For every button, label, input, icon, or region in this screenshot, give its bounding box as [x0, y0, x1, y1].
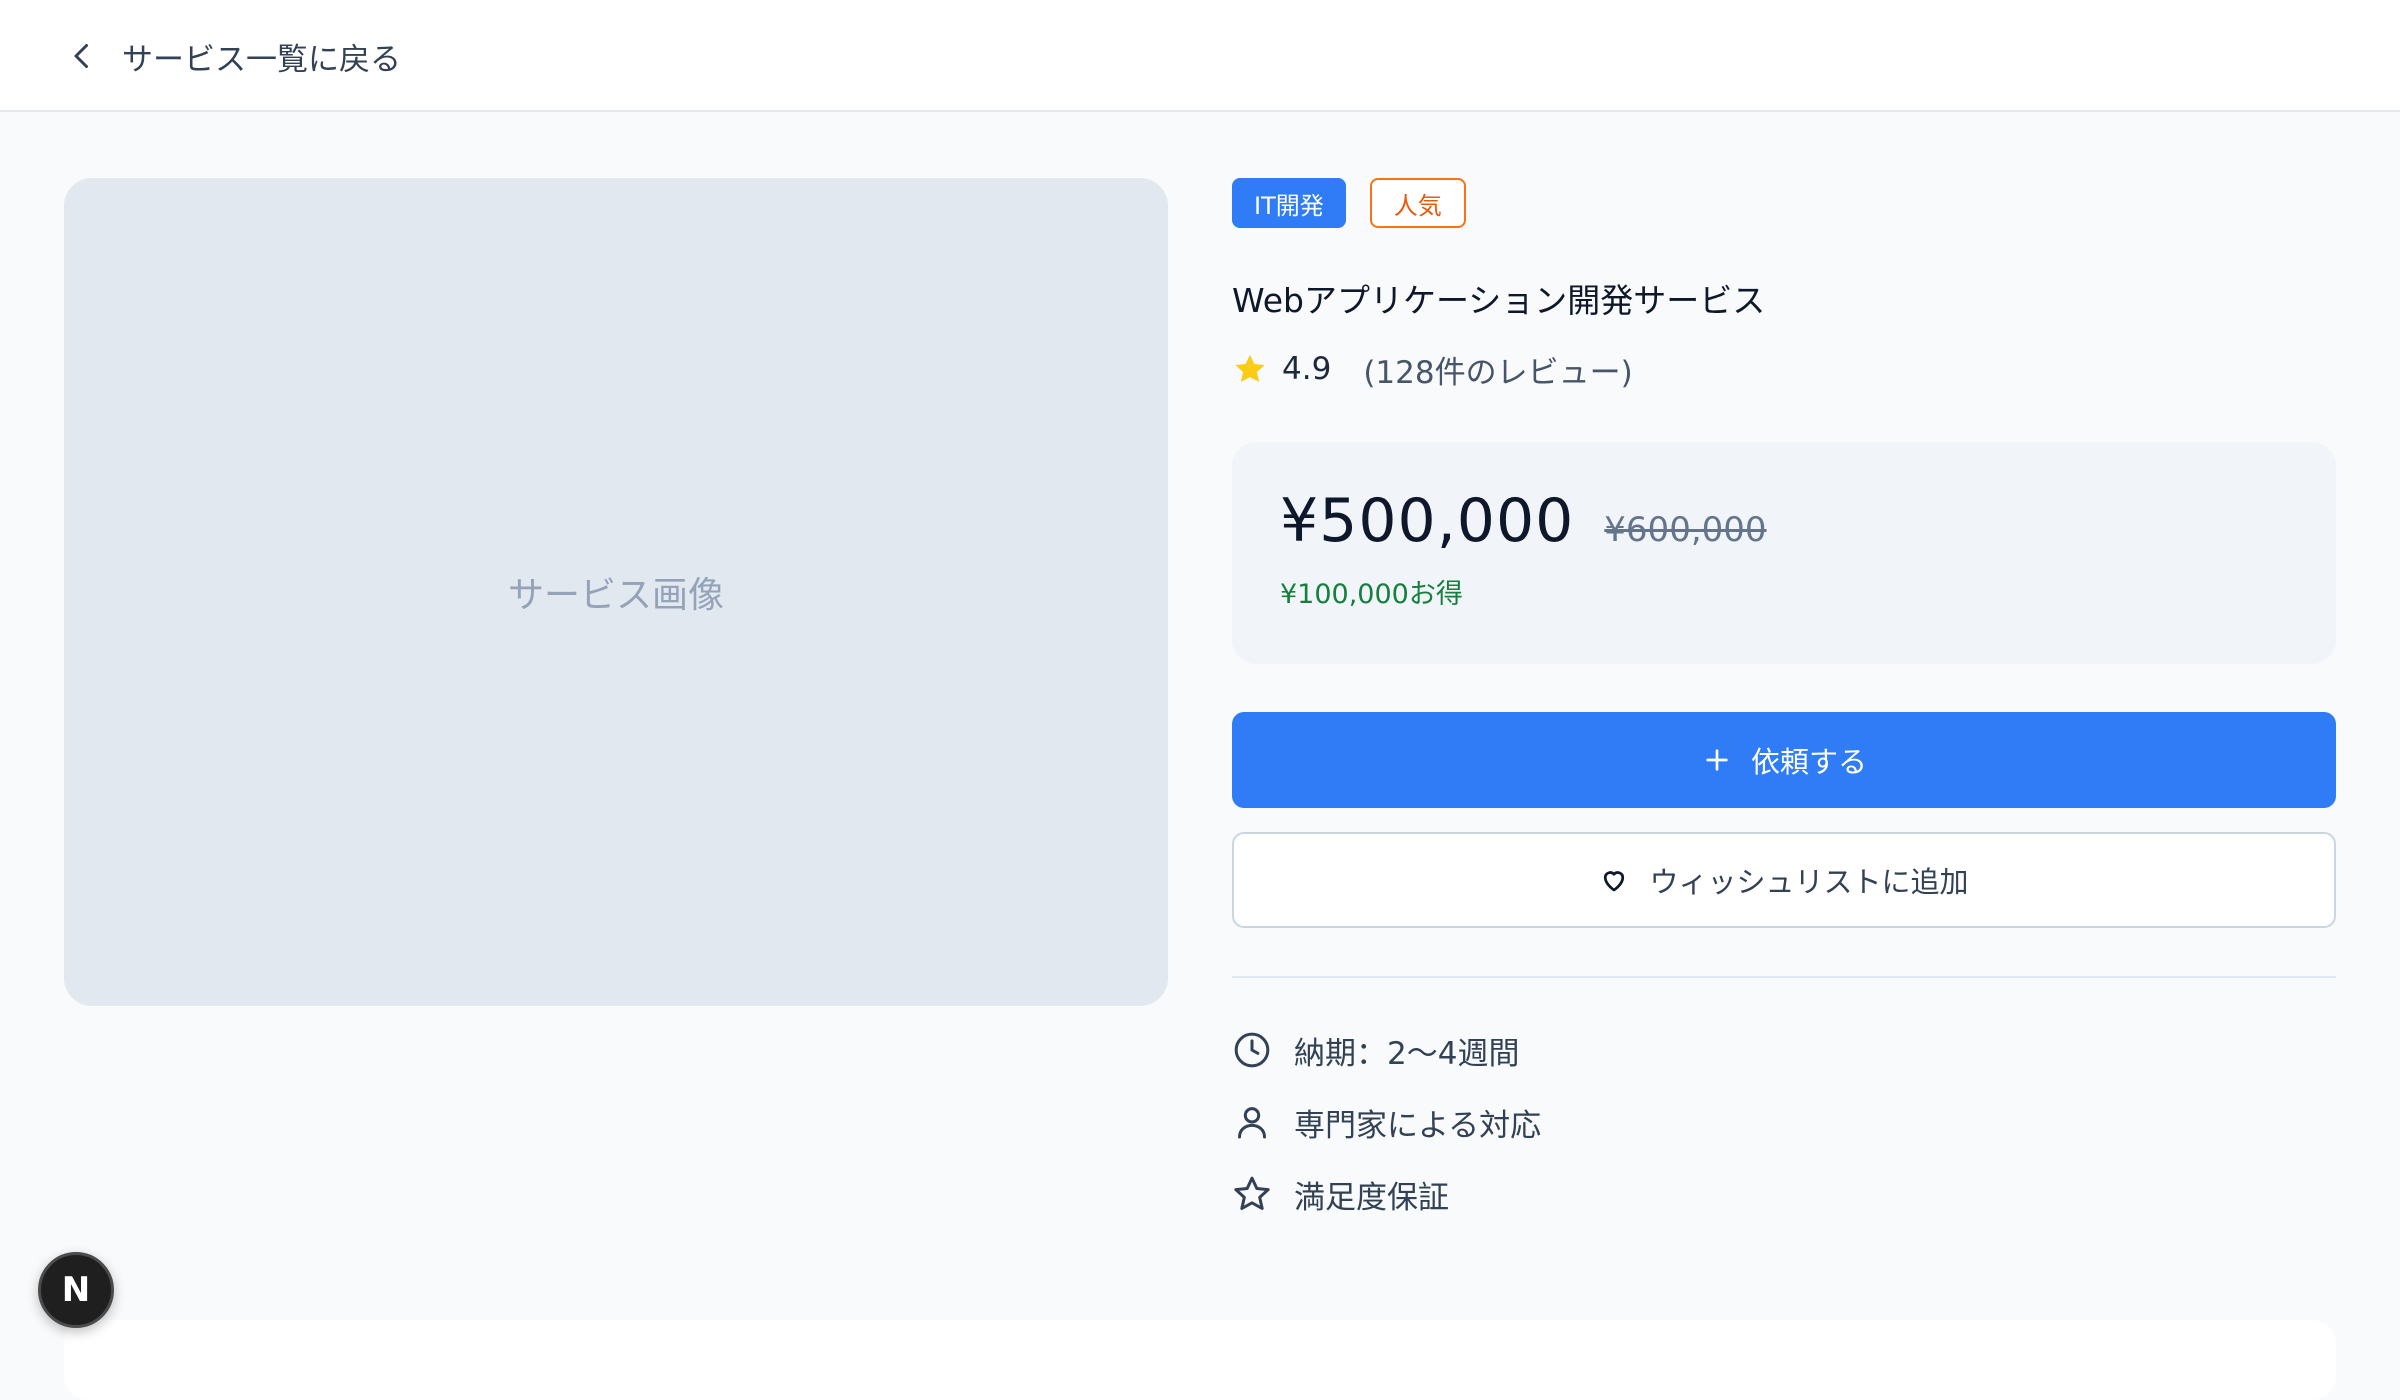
- category-tag: IT開発: [1232, 178, 1346, 228]
- user-icon: [1238, 1107, 1266, 1139]
- divider: [1232, 976, 2336, 978]
- bottom-card: [64, 1320, 2336, 1400]
- feature-guarantee: 満足度保証: [1232, 1170, 2336, 1218]
- rating-row: 4.9 (128件のレビュー): [1232, 346, 2336, 392]
- original-price: ¥600,000: [1604, 510, 1767, 550]
- feature-guarantee-label: 満足度保証: [1294, 1179, 1449, 1216]
- service-info-panel: IT開発 人気 Webアプリケーション開発サービス 4.9 (128件のレビュー…: [1232, 178, 2336, 1242]
- star-outline-icon: [1234, 1176, 1270, 1210]
- feature-delivery-label: 納期：2〜4週間: [1294, 1035, 1520, 1072]
- review-count: (128件のレビュー): [1363, 354, 1633, 391]
- chevron-left-icon: [74, 44, 88, 68]
- request-button-label: 依頼する: [1750, 745, 1867, 779]
- price-row: ¥500,000 ¥600,000: [1280, 486, 2288, 556]
- back-to-services-link[interactable]: サービス一覧に戻る: [64, 32, 401, 80]
- tag-list: IT開発 人気: [1232, 178, 2336, 230]
- service-image-placeholder: サービス画像: [64, 178, 1168, 1006]
- heart-icon: [1604, 871, 1625, 892]
- service-image-label: サービス画像: [507, 575, 724, 616]
- badge-letter: N: [61, 1270, 91, 1310]
- clock-icon: [1234, 1032, 1270, 1068]
- rating-score: 4.9: [1282, 351, 1332, 387]
- feature-delivery: 納期：2〜4週間: [1232, 1026, 2336, 1074]
- feature-expert: 専門家による対応: [1232, 1098, 2336, 1146]
- request-button[interactable]: 依頼する: [1232, 712, 2336, 808]
- popular-tag: 人気: [1369, 178, 1466, 228]
- wishlist-button-label: ウィッシュリストに追加: [1649, 865, 1969, 899]
- plus-icon: [1706, 749, 1728, 771]
- price-card: ¥500,000 ¥600,000 ¥100,000お得: [1232, 442, 2336, 664]
- wishlist-button[interactable]: ウィッシュリストに追加: [1232, 832, 2336, 928]
- current-price: ¥500,000: [1280, 486, 1575, 556]
- savings-text: ¥100,000お得: [1280, 579, 1463, 610]
- feature-expert-label: 専門家による対応: [1294, 1107, 1542, 1144]
- back-link-label: サービス一覧に戻る: [122, 41, 401, 78]
- service-title: Webアプリケーション開発サービス: [1232, 281, 1766, 320]
- feature-list: 納期：2〜4週間 専門家による対応 満足度保証: [1232, 1026, 2336, 1218]
- dev-tools-badge[interactable]: N: [38, 1252, 114, 1328]
- top-bar: サービス一覧に戻る: [0, 0, 2400, 112]
- star-filled-icon: [1235, 354, 1265, 383]
